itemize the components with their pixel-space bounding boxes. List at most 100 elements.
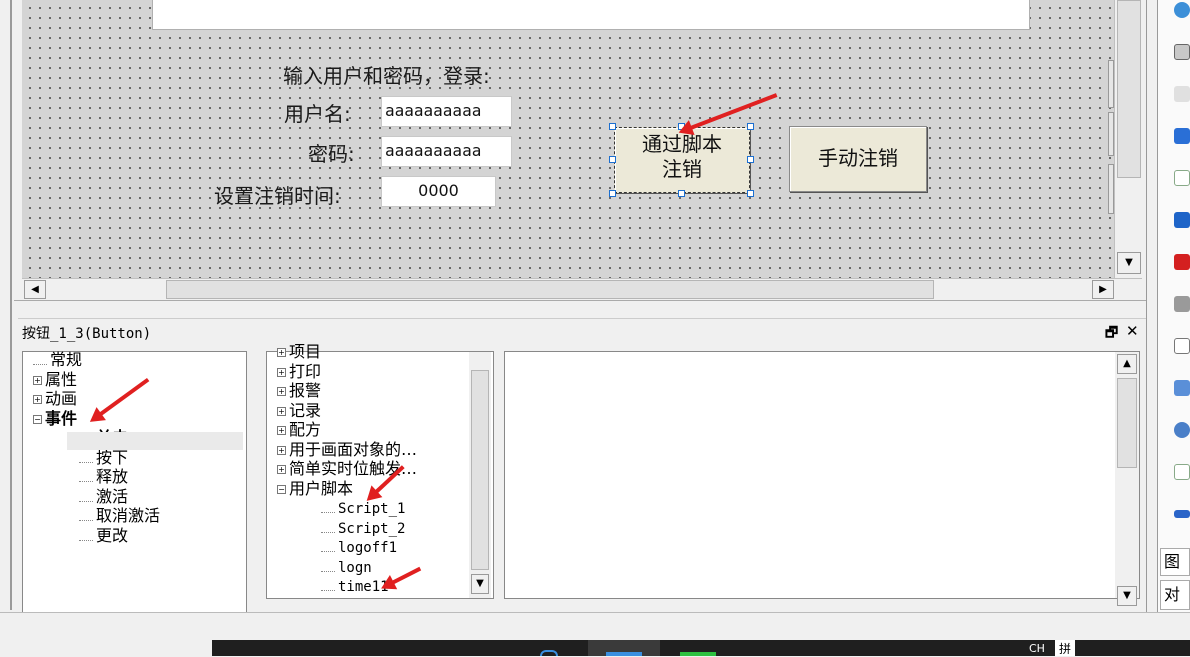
scroll-up-arrow-icon[interactable]: ▲ [1117,354,1137,374]
expand-icon[interactable]: + [277,367,286,377]
app-icon[interactable] [540,650,558,656]
expand-icon[interactable]: + [277,348,286,357]
edit-icon[interactable] [1174,128,1190,144]
function-tree-item[interactable]: + 打印 [277,362,321,381]
manual-logout-button[interactable]: 手动注销 [789,126,927,192]
expand-icon[interactable]: + [33,395,42,404]
design-canvas[interactable]: 输入用户和密码，登录: 用户名: aaaaaaaaaa 密码: aaaaaaaa… [22,0,1114,278]
selection-handle[interactable] [609,123,616,130]
function-tree[interactable]: + 项目 + 打印 + 报警 + 记录 + 配方 + 用于画面对象的… + 简单实时位触发… − 用户脚本 Sc… [266,342,494,599]
tree-item-label: logoff1 [338,540,398,556]
function-tree-item[interactable]: + 配方 [277,420,321,439]
gear-icon[interactable] [1174,86,1190,102]
scroll-down-arrow-icon[interactable]: ▼ [1117,252,1141,274]
tree-item-label: 常规 [50,350,83,369]
event-tree-item[interactable]: 常规 [33,350,82,369]
expand-icon[interactable]: + [33,375,42,385]
function-tree-item[interactable]: − 用户脚本 [277,479,353,498]
username-label: 用户名: [284,102,351,126]
status-bar [0,612,1190,640]
function-tree-item[interactable]: + 记录 [277,401,321,420]
scroll-right-arrow-icon[interactable]: ▶ [1092,280,1114,299]
tree-line-icon [79,493,93,502]
event-tree-item[interactable]: 按下 [79,448,128,467]
trend-icon[interactable] [1174,170,1190,186]
ime-mode[interactable]: 拼 [1055,640,1075,656]
warning-icon[interactable] [1174,338,1190,354]
bar-icon[interactable] [1174,510,1190,518]
globe-icon[interactable] [1174,2,1190,18]
tree-item-label: 记录 [289,400,322,420]
scroll-down-arrow-icon[interactable]: ▼ [471,574,489,594]
taskbar-active-item[interactable] [588,640,660,656]
selection-handle[interactable] [747,156,754,163]
tree-item-label: 报警 [289,381,322,400]
image-icon[interactable] [1174,44,1190,60]
collapse-icon[interactable]: − [33,414,42,424]
scrollbar-thumb[interactable] [166,280,934,299]
right-splitter[interactable] [1146,0,1158,612]
logout-time-field[interactable]: 0000 [381,176,496,207]
tree-line-icon [321,543,335,552]
scrollbar-thumb[interactable] [1117,378,1137,468]
expand-icon[interactable]: + [277,445,286,455]
green-app-icon[interactable] [680,652,716,656]
tab-objects[interactable]: 对象 [1160,580,1190,632]
tree-scrollbar[interactable]: ▼ [469,352,491,598]
event-tree-item[interactable]: 释放 [79,467,128,486]
scrollbar-thumb[interactable] [1117,0,1141,178]
tree-item-label: 配方 [289,420,322,439]
selection-handle[interactable] [747,190,754,197]
tree-line-icon [321,582,335,591]
expand-icon[interactable]: + [277,406,286,416]
info-icon[interactable] [1174,212,1190,228]
archive-icon[interactable] [1174,296,1190,312]
alarm-icon[interactable] [1174,254,1190,270]
script-editor-area[interactable]: ▲ ▼ [504,351,1140,606]
canvas-horizontal-scrollbar[interactable]: ◀ ▶ [22,278,1142,300]
table-icon[interactable] [1174,380,1190,396]
collapse-icon[interactable]: − [277,484,286,494]
function-tree-item[interactable]: + 用于画面对象的… [277,440,417,459]
selection-handle[interactable] [609,190,616,197]
tab-gallery[interactable]: 图册 [1160,548,1190,597]
expand-icon[interactable]: + [277,465,286,474]
password-field[interactable]: aaaaaaaaaa [381,136,512,167]
ime-indicator[interactable]: CH [1029,642,1045,655]
expand-icon[interactable]: + [277,426,286,435]
username-field[interactable]: aaaaaaaaaa [381,96,512,127]
tree-item-label: 用于画面对象的… [289,439,418,459]
password-label: 密码: [308,142,355,166]
chart-icon[interactable] [1174,464,1190,480]
function-tree-item[interactable]: Script_1 [321,498,405,519]
function-tree-item[interactable]: Script_2 [321,518,405,539]
function-tree-item[interactable]: logoff1 [321,537,397,558]
function-tree-item[interactable]: + 报警 [277,381,321,400]
selection-handle[interactable] [609,156,616,163]
event-tree-item[interactable]: − 事件 [33,409,77,428]
splitter[interactable] [14,300,1146,316]
event-tree-item[interactable]: 激活 [79,487,128,506]
selection-handle[interactable] [747,123,754,130]
function-tree-item[interactable]: + 项目 [277,342,321,361]
scroll-down-arrow-icon[interactable]: ▼ [1117,586,1137,606]
event-tree-item[interactable]: + 属性 [33,370,77,389]
function-tree-item[interactable]: time11 [321,576,389,597]
event-tree-item[interactable]: 取消激活 [79,506,160,525]
canvas-white-panel [152,0,1030,30]
selected-row-highlight [67,432,243,450]
canvas-vertical-scrollbar[interactable]: ▼ [1114,0,1142,278]
tree-item-label: 打印 [289,361,322,381]
close-icon[interactable]: ✕ [1126,322,1139,340]
selection-handle[interactable] [678,190,685,197]
event-tree-item[interactable]: + 动画 [33,389,77,408]
scroll-left-arrow-icon[interactable]: ◀ [24,280,46,299]
tree-item-label: 项目 [289,342,322,361]
scrollbar-thumb[interactable] [471,370,489,570]
event-tree-item[interactable]: 更改 [79,526,128,545]
function-tree-item[interactable]: logn [321,557,372,578]
editor-scrollbar[interactable]: ▲ ▼ [1115,352,1139,606]
pin-icon[interactable]: 🗗 [1105,322,1118,346]
expand-icon[interactable]: + [277,387,286,396]
clock-icon[interactable] [1174,422,1190,438]
